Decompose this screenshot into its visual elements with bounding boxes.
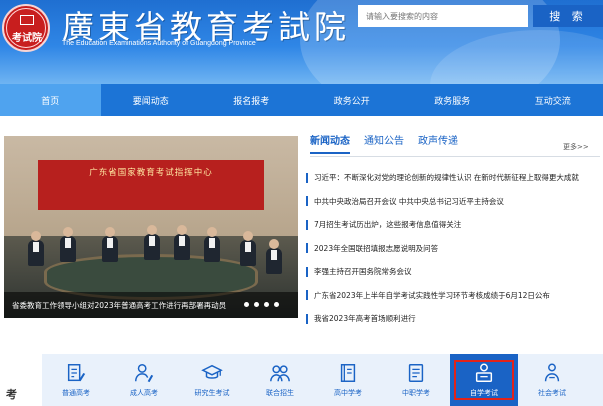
more-link[interactable]: 更多>> (563, 142, 589, 152)
nav-item-news[interactable]: 要闻动态 (101, 84, 202, 116)
logo-emblem-icon[interactable]: 考试院 (2, 4, 50, 52)
service-label: 社会考试 (538, 389, 566, 397)
service-label: 普通高考 (62, 389, 90, 397)
slide-dots (244, 302, 279, 307)
meeting-attendee (204, 227, 220, 262)
nav-item-services[interactable]: 政务服务 (402, 84, 503, 116)
service-vocational-exam[interactable]: 中职学考 (382, 354, 450, 406)
site-header: 考试院 廣東省教育考試院 The Education Examinations … (0, 0, 603, 84)
logo-text: 考试院 (12, 33, 42, 44)
tab-policy[interactable]: 政声传递 (418, 132, 458, 154)
news-list: 习近平：不断深化对党的理论创新的规律性认识 在新时代新征程上取得更大成就 中共中… (306, 166, 602, 331)
list-item[interactable]: 中共中央政治局召开会议 中共中央总书记习近平主持会议 (306, 190, 602, 214)
news-tabs: 新闻动态 通知公告 政声传递 (310, 132, 600, 154)
list-item[interactable]: 习近平：不断深化对党的理论创新的规律性认识 在新时代新征程上取得更大成就 (306, 166, 602, 190)
service-adult-exam[interactable]: 成人高考 (110, 354, 178, 406)
news-slider[interactable]: 广东省国家教育考试指挥中心 省委教育工作领导小组对2023年普通高考工作进行再部… (4, 136, 298, 318)
news-title[interactable]: 习近平：不断深化对党的理论创新的规律性认识 在新时代新征程上取得更大成就 (314, 172, 579, 183)
news-title[interactable]: 中共中央政治局召开会议 中共中央总书记习近平主持会议 (314, 196, 504, 207)
news-title[interactable]: 7月招生考试历出炉，这些报考信息值得关注 (314, 219, 461, 230)
news-title[interactable]: 2023年全国联招填报志愿说明及问答 (314, 243, 438, 254)
slide-banner-text: 广东省国家教育考试指挥中心 (89, 168, 213, 178)
list-item[interactable]: 7月招生考试历出炉，这些报考信息值得关注 (306, 213, 602, 237)
slide-dot[interactable] (264, 302, 269, 307)
main-nav: 首页 要闻动态 报名报考 政务公开 政务服务 互动交流 (0, 84, 603, 116)
news-title[interactable]: 我省2023年高考首场顺利进行 (314, 313, 416, 324)
list-item[interactable]: 广东省2023年上半年自学考试实践性学习环节考核成绩于6月12日公布 (306, 284, 602, 308)
nav-item-interaction[interactable]: 互动交流 (503, 84, 603, 116)
meeting-attendee (144, 225, 160, 260)
service-self-study-exam[interactable]: 自学考试 (450, 354, 518, 406)
meeting-attendee (266, 239, 282, 274)
list-item[interactable]: 2023年全国联招填报志愿说明及问答 (306, 237, 602, 261)
meeting-attendee (60, 227, 76, 262)
service-label: 联合招生 (266, 389, 294, 397)
selection-highlight (454, 360, 514, 400)
slide-dot[interactable] (274, 302, 279, 307)
book-icon (340, 364, 356, 382)
meeting-attendee (102, 227, 118, 262)
nav-item-home[interactable]: 首页 (0, 84, 101, 116)
meeting-attendee (28, 231, 44, 266)
meeting-attendee (240, 231, 256, 266)
slide-dot[interactable] (244, 302, 249, 307)
service-graduate-exam[interactable]: 研究生考试 (178, 354, 246, 406)
nav-item-public-affairs[interactable]: 政务公开 (302, 84, 403, 116)
document-pen-icon (67, 364, 86, 382)
list-item[interactable]: 李强主持召开国务院常务会议 (306, 260, 602, 284)
meeting-attendee (174, 225, 190, 260)
service-label: 研究生考试 (194, 389, 230, 397)
people-icon (270, 365, 290, 382)
news-divider (310, 156, 600, 157)
search-input[interactable] (358, 5, 528, 27)
site-subtitle: The Education Examinations Authority of … (62, 40, 256, 47)
service-social-exam[interactable]: 社会考试 (518, 354, 586, 406)
service-joint-enrollment[interactable]: 联合招生 (246, 354, 314, 406)
slide-caption[interactable]: 省委教育工作领导小组对2023年普通高考工作进行再部署再动员 (12, 300, 237, 311)
service-general-exam[interactable]: 普通高考 (42, 354, 110, 406)
person-group-icon (544, 363, 560, 382)
slide-dot[interactable] (254, 302, 259, 307)
exam-services-bar: 普通高考 成人高考 研究生考试 联合招生 高中学考 中职学考 自学考试 社会考试 (42, 354, 603, 406)
news-title[interactable]: 广东省2023年上半年自学考试实践性学习环节考核成绩于6月12日公布 (314, 290, 550, 301)
nav-item-registration[interactable]: 报名报考 (201, 84, 302, 116)
search-button[interactable]: 搜 索 (533, 5, 603, 27)
tab-news[interactable]: 新闻动态 (310, 132, 350, 154)
notebook-icon (408, 364, 424, 382)
graduation-cap-icon (201, 364, 223, 379)
service-label: 高中学考 (334, 389, 362, 397)
service-high-school-exam[interactable]: 高中学考 (314, 354, 382, 406)
news-title[interactable]: 李强主持召开国务院常务会议 (314, 266, 412, 277)
service-label: 成人高考 (130, 389, 158, 397)
service-label: 中职学考 (402, 389, 430, 397)
section-label: 考 (6, 388, 17, 401)
person-pen-icon (135, 364, 154, 383)
tab-notices[interactable]: 通知公告 (364, 132, 404, 154)
list-item[interactable]: 我省2023年高考首场顺利进行 (306, 307, 602, 331)
